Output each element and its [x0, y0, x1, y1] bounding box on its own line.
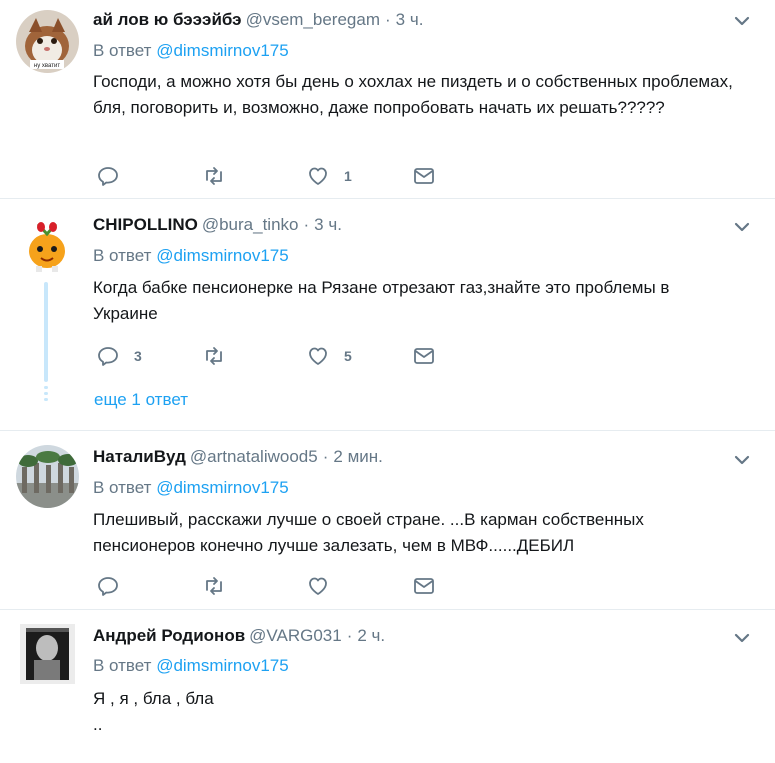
- display-name[interactable]: НаталиВуд: [93, 447, 186, 466]
- like-button[interactable]: 5: [306, 344, 352, 368]
- reply-prefix: В ответ: [93, 246, 152, 265]
- tweet-header: CHIPOLLINO @bura_tinko · 3 ч.: [93, 214, 342, 236]
- like-button[interactable]: 1: [306, 164, 352, 188]
- more-options-button[interactable]: [731, 216, 753, 238]
- tweet-header: Андрей Родионов @VARG031 · 2 ч.: [93, 625, 385, 647]
- caret-down-icon: [734, 16, 750, 26]
- direct-message-icon: [414, 168, 434, 184]
- direct-message-icon: [414, 348, 434, 364]
- direct-message-button[interactable]: [412, 344, 436, 368]
- reply-icon: [98, 577, 118, 596]
- reply-button[interactable]: [96, 164, 134, 188]
- reply-icon: [98, 167, 118, 186]
- retweet-button[interactable]: [202, 164, 240, 188]
- user-handle[interactable]: @VARG031: [249, 626, 342, 645]
- like-icon: [309, 347, 327, 365]
- reply-mention-link[interactable]: @dimsmirnov175: [156, 478, 289, 497]
- more-options-button[interactable]: [731, 10, 753, 32]
- reply-button[interactable]: 3: [96, 344, 142, 368]
- retweet-button[interactable]: [202, 574, 240, 598]
- avatar[interactable]: ну хватит: [16, 10, 79, 73]
- retweet-icon: [206, 347, 222, 365]
- retweet-icon: [206, 577, 222, 595]
- reply-context: В ответ @dimsmirnov175: [93, 477, 289, 499]
- direct-message-button[interactable]: [412, 574, 436, 598]
- tweet[interactable]: Андрей Родионов @VARG031 · 2 ч. В ответ @di…: [0, 610, 775, 763]
- direct-message-button[interactable]: [412, 164, 436, 188]
- tweet-text: Господи, а можно хотя бы день о хохлах н…: [93, 72, 733, 117]
- separator-dot: ·: [303, 215, 310, 234]
- avatar[interactable]: [16, 212, 79, 275]
- retweet-icon: [206, 167, 222, 185]
- caret-down-icon: [734, 633, 750, 643]
- display-name[interactable]: ай лов ю бэээйбэ: [93, 10, 242, 29]
- reply-mention-link[interactable]: @dimsmirnov175: [156, 656, 289, 675]
- timestamp[interactable]: 3 ч.: [396, 10, 424, 29]
- timestamp[interactable]: 2 ч.: [357, 626, 385, 645]
- reply-icon: [98, 347, 118, 366]
- tweet-actions: 1: [96, 164, 456, 188]
- reply-context: В ответ @dimsmirnov175: [93, 245, 289, 267]
- user-handle[interactable]: @artnataliwood5: [190, 447, 318, 466]
- like-icon: [309, 577, 327, 595]
- more-options-button[interactable]: [731, 449, 753, 471]
- reply-context: В ответ @dimsmirnov175: [93, 40, 289, 62]
- reply-button[interactable]: [96, 574, 134, 598]
- reply-mention-link[interactable]: @dimsmirnov175: [156, 246, 289, 265]
- reply-prefix: В ответ: [93, 41, 152, 60]
- like-button[interactable]: [306, 574, 344, 598]
- user-handle[interactable]: @vsem_beregam: [246, 10, 380, 29]
- reply-prefix: В ответ: [93, 478, 152, 497]
- reply-context: В ответ @dimsmirnov175: [93, 655, 289, 677]
- tweet-header: НаталиВуд @artnataliwood5 · 2 мин.: [93, 446, 383, 468]
- like-count: 5: [344, 348, 352, 364]
- display-name[interactable]: Андрей Родионов: [93, 626, 245, 645]
- avatar[interactable]: [16, 445, 79, 508]
- reply-mention-link[interactable]: @dimsmirnov175: [156, 41, 289, 60]
- like-icon: [309, 167, 327, 185]
- separator-dot: ·: [322, 447, 329, 466]
- tweet-text: Плешивый, расскажи лучше о своей стране.…: [93, 510, 644, 555]
- display-name[interactable]: CHIPOLLINO: [93, 215, 198, 234]
- more-options-button[interactable]: [731, 627, 753, 649]
- tweet-actions: [96, 574, 456, 598]
- like-count: 1: [344, 168, 352, 184]
- tweet[interactable]: НаталиВуд @artnataliwood5 · 2 мин. В ответ …: [0, 431, 775, 609]
- tweet-text: Я , я , бла , бла ..: [93, 689, 214, 734]
- tweet[interactable]: CHIPOLLINO @bura_tinko · 3 ч. В ответ @dims…: [0, 199, 775, 430]
- thread-connector-dots: [44, 386, 48, 404]
- reply-count: 3: [134, 348, 142, 364]
- caret-down-icon: [734, 222, 750, 232]
- show-more-replies-link[interactable]: еще 1 ответ: [94, 389, 188, 411]
- separator-dot: ·: [385, 10, 391, 29]
- avatar[interactable]: [20, 624, 75, 684]
- tweet-actions: 3 5: [96, 344, 456, 368]
- reply-prefix: В ответ: [93, 656, 152, 675]
- retweet-button[interactable]: [202, 344, 240, 368]
- tweet[interactable]: ну хватит ай лов ю бэээйбэ @vsem_beregam ·…: [0, 0, 775, 198]
- tweet-text: Когда бабке пенсионерке на Рязане отреза…: [93, 278, 670, 323]
- timestamp[interactable]: 3 ч.: [314, 215, 342, 234]
- thread-connector-line: [44, 282, 48, 382]
- caret-down-icon: [734, 455, 750, 465]
- avatar-caption: ну хватит: [34, 63, 60, 69]
- tweet-header: ай лов ю бэээйбэ @vsem_beregam · 3 ч.: [93, 9, 423, 31]
- user-handle[interactable]: @bura_tinko: [202, 215, 299, 234]
- timestamp[interactable]: 2 мин.: [333, 447, 382, 466]
- direct-message-icon: [414, 578, 434, 594]
- separator-dot: ·: [346, 626, 353, 645]
